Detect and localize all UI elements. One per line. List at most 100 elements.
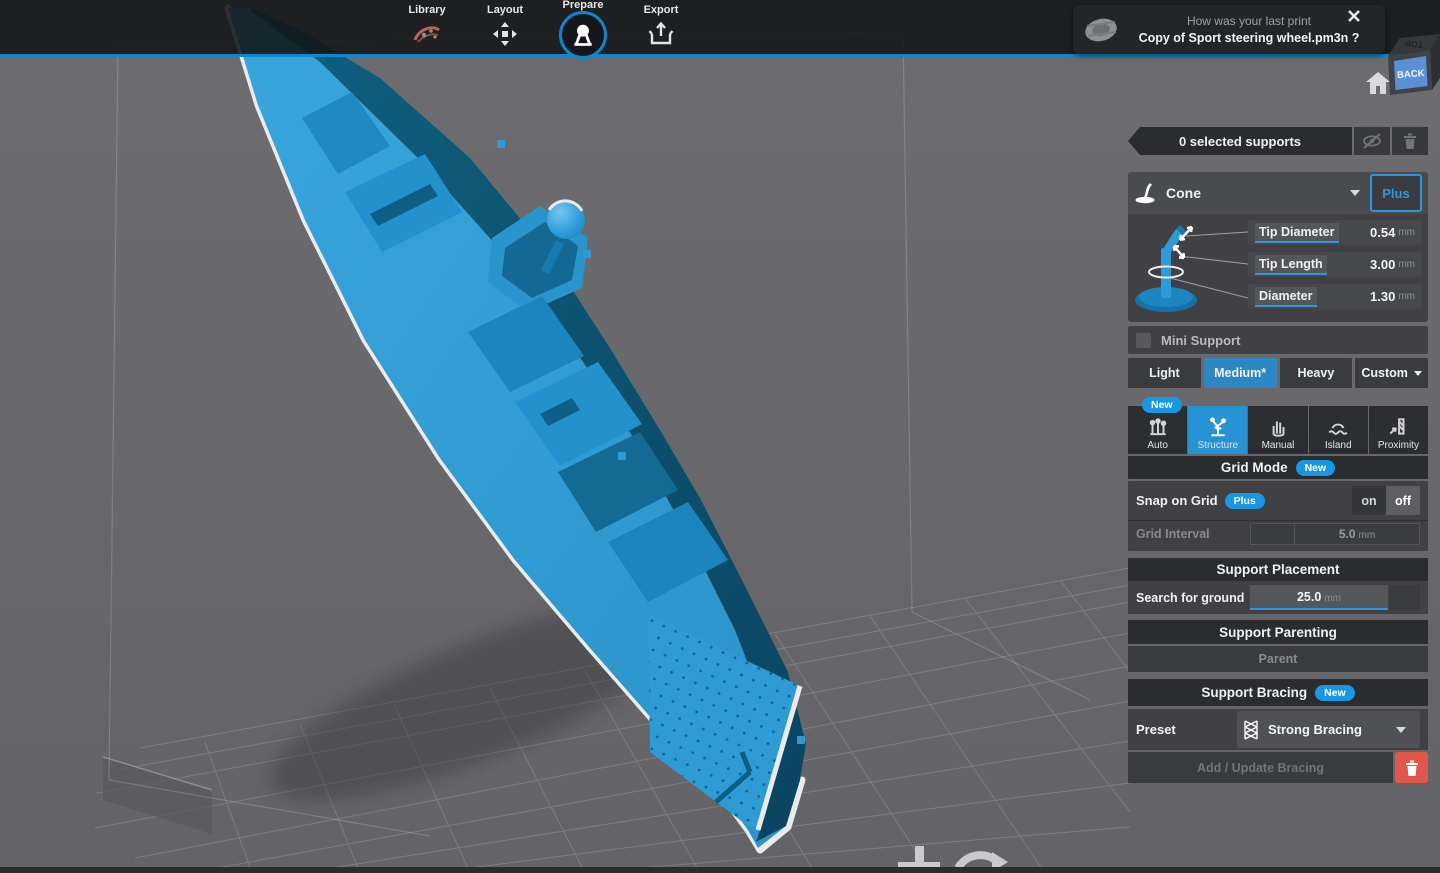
prepare-active-circle bbox=[559, 11, 607, 59]
support-type-card: Cone Plus bbox=[1128, 172, 1428, 322]
tab-layout[interactable]: Layout bbox=[472, 0, 538, 56]
close-icon[interactable] bbox=[1347, 9, 1363, 25]
export-icon bbox=[648, 21, 674, 47]
support-placement-title: Support Placement bbox=[1216, 562, 1339, 577]
mini-support-row: Mini Support bbox=[1128, 326, 1428, 354]
grid-mode-new-badge: New bbox=[1296, 460, 1336, 476]
grid-interval-number: 5.0 bbox=[1339, 527, 1356, 541]
parent-button[interactable]: Parent bbox=[1128, 646, 1428, 672]
support-type-value: Cone bbox=[1166, 185, 1340, 201]
bracing-preset-value: Strong Bracing bbox=[1268, 722, 1386, 737]
density-custom-button[interactable]: Custom bbox=[1355, 358, 1428, 388]
prepare-support-icon bbox=[570, 22, 596, 48]
print-thumbnail bbox=[1081, 12, 1121, 48]
grid-mode-title: Grid Mode bbox=[1221, 460, 1288, 475]
support-mode-tabs: New Auto Structure bbox=[1128, 406, 1428, 454]
tip-length-value[interactable]: 3.00 bbox=[1370, 257, 1395, 272]
grid-interval-input[interactable]: 5.0mm bbox=[1250, 523, 1420, 545]
mini-support-label: Mini Support bbox=[1161, 333, 1240, 348]
app-window: Library Layout bbox=[0, 0, 1440, 873]
bracing-preset-label: Preset bbox=[1136, 722, 1176, 737]
mode-tab-manual[interactable]: Manual bbox=[1248, 406, 1307, 454]
trash-icon bbox=[1403, 133, 1417, 149]
view-cube[interactable]: TOP BACK bbox=[1382, 22, 1440, 98]
auto-new-badge: New bbox=[1142, 397, 1182, 413]
search-for-ground-sidebox bbox=[1390, 585, 1420, 610]
mini-support-checkbox[interactable] bbox=[1136, 333, 1151, 348]
snap-on-grid-row: Snap on Grid Plus on off bbox=[1128, 481, 1428, 520]
view-cube-front-label: BACK bbox=[1397, 68, 1425, 81]
support-placement-header: Support Placement bbox=[1128, 558, 1428, 581]
tab-prepare[interactable]: Prepare bbox=[550, 0, 616, 56]
tab-library-label: Library bbox=[408, 4, 445, 16]
selected-supports-header: 0 selected supports bbox=[1128, 127, 1428, 155]
support-parameter-fields: Tip Diameter 0.54 mm Tip Length 3.00 mm … bbox=[1248, 220, 1422, 314]
mode-tab-structure-label: Structure bbox=[1198, 440, 1239, 451]
structure-icon bbox=[1207, 416, 1229, 438]
density-heavy-button[interactable]: Heavy bbox=[1280, 358, 1353, 388]
support-type-dropdown[interactable]: Cone Plus bbox=[1128, 172, 1428, 214]
tip-diameter-value[interactable]: 0.54 bbox=[1370, 225, 1395, 240]
mode-tab-proximity[interactable]: Proximity bbox=[1369, 406, 1428, 454]
mode-tab-island[interactable]: Island bbox=[1309, 406, 1368, 454]
manual-icon bbox=[1267, 416, 1289, 438]
diameter-field[interactable]: Diameter 1.30 mm bbox=[1248, 284, 1422, 309]
snap-plus-badge: Plus bbox=[1225, 493, 1265, 509]
delete-supports-button[interactable] bbox=[1392, 127, 1428, 155]
bracing-preset-dropdown[interactable]: Strong Bracing bbox=[1237, 711, 1420, 748]
snap-off-button[interactable]: off bbox=[1386, 486, 1420, 515]
delete-bracing-button[interactable] bbox=[1395, 752, 1428, 783]
snap-toggle: on off bbox=[1352, 486, 1420, 515]
add-update-bracing-button[interactable]: Add / Update Bracing bbox=[1128, 752, 1393, 783]
tab-export-label: Export bbox=[644, 4, 679, 16]
mode-tab-auto[interactable]: Auto bbox=[1128, 406, 1187, 454]
search-for-ground-label: Search for ground bbox=[1136, 591, 1244, 605]
notification-text: How was your last print Copy of Sport st… bbox=[1121, 14, 1377, 45]
selected-supports-count: 0 selected supports bbox=[1128, 127, 1352, 155]
chevron-down-icon bbox=[1414, 371, 1422, 376]
tab-export[interactable]: Export bbox=[628, 0, 694, 56]
workflow-tabs: Library Layout bbox=[394, 0, 694, 56]
eye-slash-icon bbox=[1362, 133, 1382, 149]
search-for-ground-number: 25.0 bbox=[1297, 590, 1321, 604]
search-for-ground-input[interactable]: 25.0mm bbox=[1250, 585, 1388, 610]
density-medium-button[interactable]: Medium* bbox=[1204, 358, 1277, 388]
tip-diameter-label: Tip Diameter bbox=[1255, 223, 1339, 243]
support-bracing-title: Support Bracing bbox=[1201, 685, 1307, 700]
support-bracing-header: Support Bracing New bbox=[1128, 679, 1428, 706]
bottom-bar bbox=[0, 867, 1440, 873]
mode-tab-proximity-label: Proximity bbox=[1378, 440, 1419, 451]
layout-move-icon bbox=[492, 21, 518, 47]
supports-panel: 0 selected supports bbox=[1128, 127, 1428, 783]
bracing-preset-row: Preset Strong Bracing bbox=[1128, 709, 1428, 750]
tip-length-field[interactable]: Tip Length 3.00 mm bbox=[1248, 252, 1422, 277]
mode-tab-island-label: Island bbox=[1325, 440, 1352, 451]
density-light-button[interactable]: Light bbox=[1128, 358, 1201, 388]
support-parenting-header: Support Parenting bbox=[1128, 620, 1428, 644]
diameter-unit: mm bbox=[1398, 291, 1415, 302]
cone-support-icon bbox=[1134, 182, 1158, 204]
home-view-icon[interactable] bbox=[1366, 72, 1390, 94]
tip-diameter-field[interactable]: Tip Diameter 0.54 mm bbox=[1248, 220, 1422, 245]
library-icon bbox=[412, 21, 442, 47]
support-diagram bbox=[1130, 220, 1248, 314]
diameter-value[interactable]: 1.30 bbox=[1370, 289, 1395, 304]
notification-filename: Copy of Sport steering wheel.pm3n ? bbox=[1121, 31, 1377, 45]
snap-on-button[interactable]: on bbox=[1352, 486, 1386, 515]
search-for-ground-unit: mm bbox=[1324, 593, 1341, 604]
grid-interval-value: 5.0mm bbox=[1295, 527, 1419, 541]
search-for-ground-value: 25.0mm bbox=[1297, 590, 1341, 604]
chevron-down-icon bbox=[1396, 727, 1406, 733]
mode-tab-manual-label: Manual bbox=[1262, 440, 1295, 451]
tab-library[interactable]: Library bbox=[394, 0, 460, 56]
support-parenting-title: Support Parenting bbox=[1219, 625, 1337, 640]
grid-interval-unit: mm bbox=[1359, 530, 1376, 541]
notification-title: How was your last print bbox=[1121, 14, 1377, 28]
print-feedback-notification[interactable]: How was your last print Copy of Sport st… bbox=[1073, 5, 1385, 54]
chevron-down-icon bbox=[1350, 190, 1360, 196]
hide-supports-button[interactable] bbox=[1354, 127, 1390, 155]
support-mode-plus-button[interactable]: Plus bbox=[1370, 174, 1422, 212]
grid-interval-label: Grid Interval bbox=[1136, 527, 1210, 541]
mode-tab-structure[interactable]: Structure bbox=[1188, 406, 1247, 454]
auto-icon bbox=[1147, 416, 1169, 438]
